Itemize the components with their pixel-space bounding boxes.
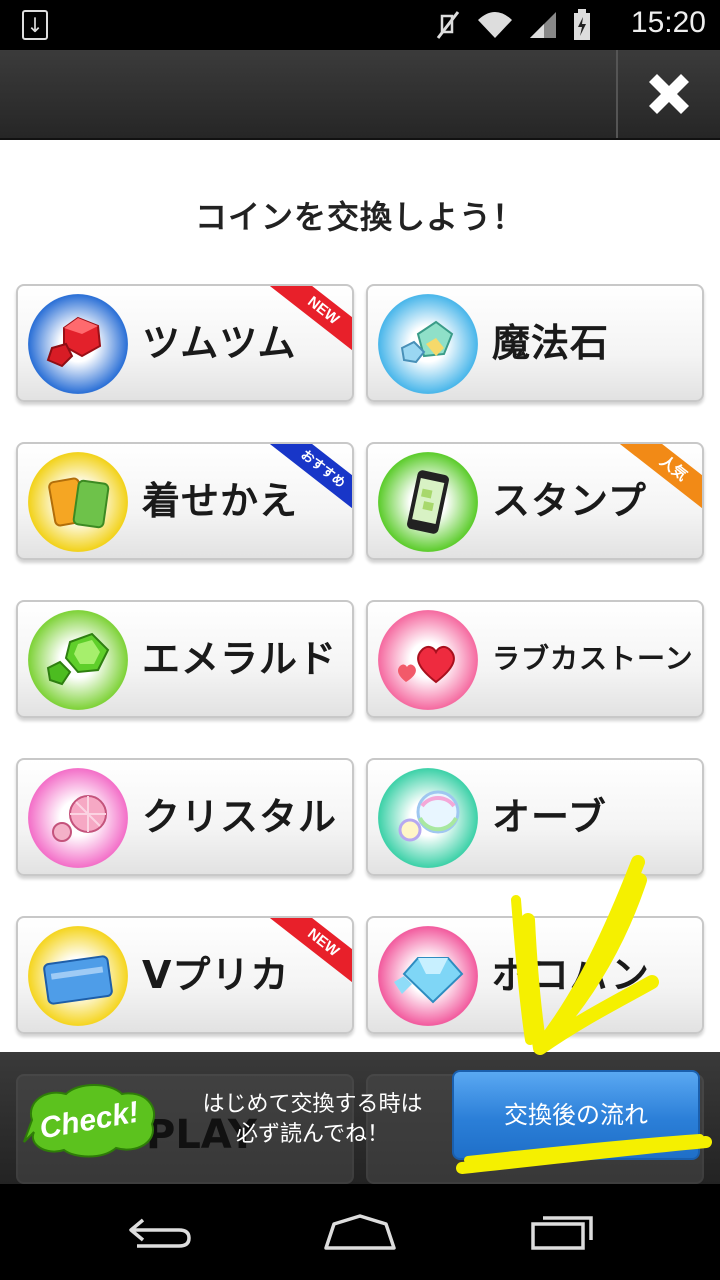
theme-phones-icon bbox=[48, 477, 110, 529]
exchange-card-crystal[interactable]: クリスタル bbox=[16, 758, 354, 876]
exchange-card-magic-stone[interactable]: 魔法石 bbox=[366, 284, 704, 402]
back-button[interactable] bbox=[118, 1206, 198, 1258]
status-icons bbox=[434, 9, 592, 40]
card-label: ポコパン bbox=[492, 953, 650, 997]
exchange-card-stamp[interactable]: スタンプ 人気 bbox=[366, 442, 704, 560]
exchange-card-theme[interactable]: 着せかえ おすすめ bbox=[16, 442, 354, 560]
mute-icon bbox=[436, 11, 460, 39]
title-bar bbox=[0, 50, 720, 140]
emerald-icon bbox=[46, 632, 110, 686]
home-icon bbox=[324, 1214, 396, 1250]
close-icon bbox=[649, 74, 689, 114]
diamond-icon bbox=[394, 957, 464, 1004]
crystal-icon bbox=[52, 795, 107, 842]
card-label: ラブカストーン bbox=[492, 642, 694, 675]
exchange-menu: コインを交換しよう！ ツムツム NEW 魔法石 着せかえ おすすめ スタンプ 人… bbox=[0, 140, 720, 1052]
wifi-icon bbox=[478, 12, 512, 38]
magic-stones-icon bbox=[400, 320, 454, 364]
exchange-card-vprica[interactable]: Vプリカ NEW bbox=[16, 916, 354, 1034]
card-label: 着せかえ bbox=[142, 479, 299, 523]
exchange-card-pokopang[interactable]: ポコパン bbox=[366, 916, 704, 1034]
orb-icon bbox=[398, 790, 460, 842]
smartphone-icon bbox=[407, 470, 449, 534]
back-icon bbox=[129, 1218, 191, 1248]
exchange-card-lovecastone[interactable]: ラブカストーン bbox=[366, 600, 704, 718]
check-bubble-icon: Check! bbox=[23, 1084, 155, 1158]
card-label: オーブ bbox=[492, 795, 607, 839]
exchange-card-orb[interactable]: オーブ bbox=[366, 758, 704, 876]
card-label: ツムツム bbox=[142, 321, 297, 365]
card-label: クリスタル bbox=[142, 795, 338, 839]
ruby-gems-icon bbox=[46, 316, 102, 368]
recents-icon bbox=[531, 1216, 593, 1250]
prepaid-card-icon bbox=[43, 955, 113, 1005]
exchange-card-emerald[interactable]: エメラルド bbox=[16, 600, 354, 718]
card-label: エメラルド bbox=[142, 637, 338, 681]
heart-stones-icon bbox=[398, 645, 455, 684]
notice-line-1: はじめて交換する時は bbox=[202, 1092, 423, 1117]
card-label: Vプリカ bbox=[142, 953, 290, 997]
first-exchange-notice: はじめて交換する時は 必ず読んでね！ bbox=[180, 1090, 445, 1150]
exchange-flow-button[interactable]: 交換後の流れ bbox=[452, 1070, 700, 1160]
clock: 15:20 bbox=[630, 6, 706, 39]
download-icon: ↓ bbox=[22, 10, 48, 40]
home-button[interactable] bbox=[320, 1206, 400, 1258]
page-title: コインを交換しよう！ bbox=[194, 198, 525, 236]
notice-line-2: 必ず読んでね！ bbox=[236, 1122, 389, 1147]
exchange-card-tsumtsum[interactable]: ツムツム NEW bbox=[16, 284, 354, 402]
navigation-bar bbox=[0, 1184, 720, 1280]
status-bar: ↓ 15:20 bbox=[0, 0, 720, 50]
close-button[interactable] bbox=[616, 50, 720, 138]
first-exchange-banner: PLAY Check! はじめて交換する時は 必ず読んでね！ 交換後の流れ bbox=[0, 1052, 720, 1184]
card-label: スタンプ bbox=[492, 479, 647, 523]
battery-icon bbox=[574, 9, 590, 40]
recents-button[interactable] bbox=[522, 1206, 602, 1258]
signal-icon bbox=[530, 12, 556, 38]
card-label: 魔法石 bbox=[492, 321, 610, 365]
